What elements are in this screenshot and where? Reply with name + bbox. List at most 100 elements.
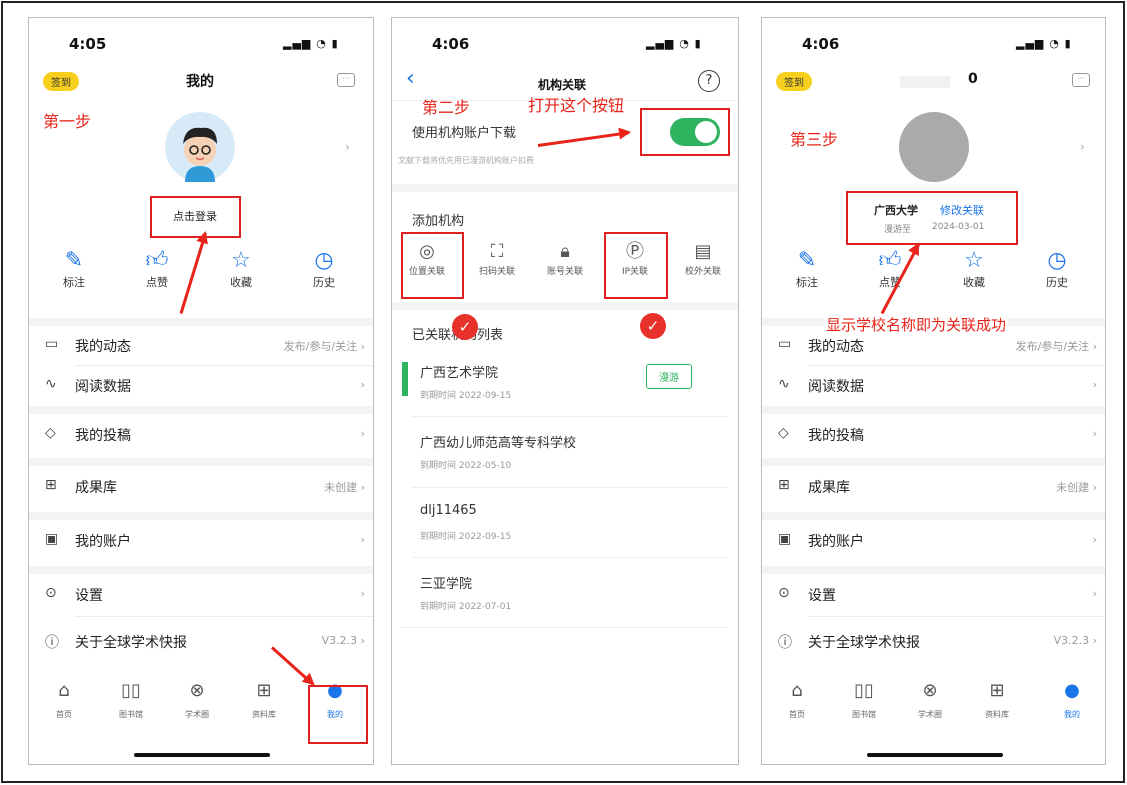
divider <box>412 557 728 558</box>
signin-button[interactable]: 签到 <box>776 72 812 91</box>
chart-line-icon: ∿ <box>45 376 57 392</box>
menu-reading-data[interactable]: ∿ 阅读数据 › <box>762 365 1105 405</box>
menu-reading-data[interactable]: ∿ 阅读数据 › <box>29 365 373 405</box>
org-scan[interactable]: ⛶ 扫码关联 <box>462 240 532 277</box>
building-icon: ▤ <box>694 241 712 262</box>
home-icon: ⌂ <box>58 680 70 701</box>
comment-icon: ▭ <box>45 336 59 352</box>
tab-mine[interactable]: ● 我的 <box>1047 680 1097 721</box>
send-icon: ◇ <box>45 425 56 441</box>
folder-plus-icon: ⊞ <box>778 477 790 493</box>
tab-resources[interactable]: ⊞ 资料库 <box>239 680 289 721</box>
quick-annotate[interactable]: ✎ 标注 <box>782 248 832 290</box>
divider <box>762 566 1105 574</box>
menu-my-submissions[interactable]: ◇ 我的投稿 › <box>29 414 373 454</box>
chevron-right-icon[interactable]: › <box>345 140 350 154</box>
list-item[interactable]: dlj11465 到期时间 2022-09-15 <box>392 493 738 563</box>
wallet-icon: ▣ <box>778 531 792 547</box>
highlight-toggle <box>640 108 730 156</box>
signin-button[interactable]: 签到 <box>43 72 79 91</box>
message-icon[interactable]: ··· <box>1072 73 1090 87</box>
status-time: 4:06 <box>802 35 840 53</box>
avatar[interactable] <box>165 112 235 182</box>
org-account[interactable]: 🔒︎ 账号关联 <box>530 240 600 277</box>
page-title: 0 <box>968 71 978 87</box>
quick-favorite[interactable]: ☆ 收藏 <box>216 248 266 290</box>
tab-academic[interactable]: ⊗ 学术圈 <box>172 680 222 721</box>
annotation-text: 打开这个按钮 <box>528 96 625 115</box>
info-icon: ⓘ <box>778 635 792 651</box>
book-icon: ▯▯ <box>854 680 874 701</box>
chevron-right-icon[interactable]: › <box>1080 140 1085 154</box>
roam-button[interactable]: 漫游 <box>646 364 692 389</box>
divider <box>402 627 728 628</box>
menu-results[interactable]: ⊞ 成果库 未创建 › <box>29 466 373 506</box>
divider <box>29 512 373 520</box>
clock-icon: ◷ <box>1047 248 1067 273</box>
tab-resources[interactable]: ⊞ 资料库 <box>972 680 1022 721</box>
quick-history[interactable]: ◷ 历史 <box>1032 248 1082 290</box>
clock-icon: ◷ <box>314 248 334 273</box>
message-icon[interactable]: ··· <box>337 73 355 87</box>
status-time: 4:06 <box>432 35 470 53</box>
roam-date: 2024-03-01 <box>932 222 985 232</box>
add-org-title: 添加机构 <box>412 214 465 229</box>
chart-line-icon: ∿ <box>778 376 790 392</box>
org-offcampus[interactable]: ▤ 校外关联 <box>668 240 738 277</box>
tab-home[interactable]: ⌂ 首页 <box>39 680 89 721</box>
checkmark-icon: ✓ <box>640 313 666 339</box>
menu-about[interactable]: ⓘ 关于全球学术快报 V3.2.3 › <box>762 621 1105 661</box>
modify-link[interactable]: 修改关联 <box>940 202 984 218</box>
tab-academic[interactable]: ⊗ 学术圈 <box>905 680 955 721</box>
list-item[interactable]: 三亚学院 到期时间 2022-07-01 <box>392 563 738 633</box>
menu-my-account[interactable]: ▣ 我的账户 › <box>762 520 1105 560</box>
quick-annotate[interactable]: ✎ 标注 <box>49 248 99 290</box>
menu-my-account[interactable]: ▣ 我的账户 › <box>29 520 373 560</box>
status-time: 4:05 <box>69 35 107 53</box>
divider <box>29 566 373 574</box>
annotation-arrow <box>537 131 630 147</box>
pen-icon: ✎ <box>797 248 817 273</box>
menu-about[interactable]: ⓘ 关于全球学术快报 V3.2.3 › <box>29 621 373 661</box>
help-icon[interactable]: ? <box>698 70 720 92</box>
tab-library[interactable]: ▯▯ 图书馆 <box>839 680 889 721</box>
folder-plus-icon: ⊞ <box>45 477 57 493</box>
divider <box>29 458 373 466</box>
star-icon: ☆ <box>964 248 984 273</box>
menu-results[interactable]: ⊞ 成果库 未创建 › <box>762 466 1105 506</box>
gear-icon: ⊙ <box>778 585 790 601</box>
book-icon: ▯▯ <box>121 680 141 701</box>
page-title: 我的 <box>186 74 214 90</box>
use-account-label: 使用机构账户下载 <box>412 126 517 141</box>
divider <box>392 184 738 192</box>
divider <box>29 406 373 414</box>
step-label: 第二步 <box>422 98 471 117</box>
phone-screen-step2: 4:06 ▂▄▆ ◔ ▮ ‹ 机构关联 ? 第二步 打开这个按钮 使用机构账户下… <box>391 17 739 765</box>
quick-like[interactable]: 👍︎ 点赞 <box>865 248 915 290</box>
send-icon: ◇ <box>778 425 789 441</box>
tab-home[interactable]: ⌂ 首页 <box>772 680 822 721</box>
divider <box>762 458 1105 466</box>
menu-my-submissions[interactable]: ◇ 我的投稿 › <box>762 414 1105 454</box>
thumbs-up-icon: 👍︎ <box>145 248 169 273</box>
back-icon[interactable]: ‹ <box>406 66 415 91</box>
info-icon: ⓘ <box>45 635 59 651</box>
status-icons: ▂▄▆ ◔ ▮ <box>1016 37 1072 50</box>
quick-actions: ✎ 标注 👍︎ 点赞 ☆ 收藏 ◷ 历史 <box>762 248 1105 318</box>
highlight-institution <box>846 191 1018 245</box>
list-item[interactable]: 广西幼儿师范高等专科学校 到期时间 2022-05-10 <box>392 422 738 492</box>
menu-settings[interactable]: ⊙ 设置 › <box>762 574 1105 614</box>
phone-screen-step3: 4:06 ▂▄▆ ◔ ▮ 签到 0 ··· 第三步 › 广西大学 修改关联 漫游… <box>761 17 1106 765</box>
quick-history[interactable]: ◷ 历史 <box>299 248 349 290</box>
list-item[interactable]: 广西艺术学院 到期时间 2022-09-15 漫游 <box>392 352 738 422</box>
home-indicator <box>134 753 270 757</box>
building-icon: ⊞ <box>989 680 1005 701</box>
menu-my-activity[interactable]: ▭ 我的动态 发布/参与/关注 › <box>29 325 373 365</box>
quick-like[interactable]: 👍︎ 点赞 <box>132 248 182 290</box>
star-icon: ☆ <box>231 248 251 273</box>
menu-settings[interactable]: ⊙ 设置 › <box>29 574 373 614</box>
tab-library[interactable]: ▯▯ 图书馆 <box>106 680 156 721</box>
quick-favorite[interactable]: ☆ 收藏 <box>949 248 999 290</box>
highlight-ip <box>604 232 668 299</box>
avatar[interactable] <box>899 112 969 182</box>
